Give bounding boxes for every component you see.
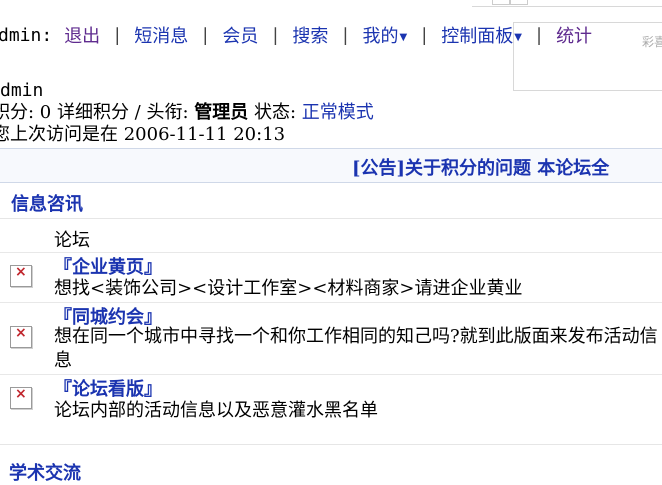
- forum-name-link[interactable]: 『论坛看版』: [54, 375, 162, 401]
- forum-name-link[interactable]: 『企业黄页』: [54, 253, 162, 279]
- nav-separator: |: [202, 24, 209, 46]
- category-title[interactable]: 学术交流: [9, 459, 81, 485]
- nav-separator: |: [342, 24, 349, 46]
- forum-status-icon: [10, 264, 32, 287]
- info-credits: 积分: 0 详细积分 / 头衔:: [0, 102, 195, 123]
- status-mode-link[interactable]: 正常模式: [302, 102, 374, 123]
- nav-search[interactable]: 搜索: [292, 22, 328, 48]
- nav-separator: |: [114, 24, 121, 46]
- nav-my-label: 我的: [362, 26, 399, 47]
- column-header-forum: 论坛: [54, 230, 90, 251]
- nav-logout[interactable]: 退出: [64, 22, 100, 48]
- forum-status-icon: [10, 325, 32, 348]
- user-info: dmin 积分: 0 详细积分 / 头衔: 管理员 状态: 正常模式 您上次访问…: [0, 80, 374, 146]
- nav-members[interactable]: 会员: [222, 22, 258, 48]
- header-corner-box: [510, 0, 528, 5]
- nav-separator: |: [421, 24, 428, 46]
- chevron-down-icon: ▼: [399, 31, 408, 43]
- forum-description: 论坛内部的活动信息以及恶意灌水黑名单: [54, 400, 378, 421]
- info-line-credits: 积分: 0 详细积分 / 头衔: 管理员 状态: 正常模式: [0, 102, 374, 124]
- info-title-value: 管理员: [194, 102, 249, 123]
- forum-row: 『论坛看版』 论坛内部的活动信息以及恶意灌水黑名单: [0, 374, 662, 427]
- announcement-bar: [公告]关于积分的问题 本论坛全: [0, 148, 662, 183]
- forum-row: 『同城约会』 想在同一个城市中寻找一个和你工作相同的知己吗?就到此版面来发布活动…: [0, 302, 662, 375]
- announcement-link[interactable]: [公告]关于积分的问题 本论坛全: [352, 154, 609, 180]
- top-navigation: dmin: 退出 | 短消息 | 会员 | 搜索 | 我的▼ | 控制面板▼ |…: [0, 21, 662, 49]
- forum-row: 『企业黄页』 想找<装饰公司><设计工作室><材料商家>请进企业黄业: [0, 252, 662, 303]
- nav-separator: |: [272, 24, 279, 46]
- nav-statistics[interactable]: 统计: [556, 22, 592, 48]
- chevron-down-icon: ▼: [514, 31, 522, 43]
- header-corner-box: [492, 0, 510, 5]
- nav-separator: |: [535, 24, 543, 46]
- category-title[interactable]: 信息咨讯: [11, 190, 83, 216]
- user-label: dmin:: [0, 24, 53, 46]
- nav-control-panel-label: 控制面板: [441, 26, 514, 47]
- info-last-visit: 您上次访问是在 2006-11-11 20:13: [0, 124, 286, 145]
- forum-status-icon: [10, 386, 32, 409]
- category-header: 信息咨讯: [0, 184, 662, 219]
- nav-my-menu[interactable]: 我的▼: [363, 22, 408, 48]
- forum-description: 想找<装饰公司><设计工作室><材料商家>请进企业黄业: [54, 278, 523, 299]
- nav-messages[interactable]: 短消息: [134, 22, 188, 48]
- header-corner-strip: [472, 0, 662, 7]
- info-username: dmin: [0, 80, 44, 101]
- info-status-label: 状态:: [248, 102, 302, 123]
- nav-control-panel[interactable]: 控制面板▼: [441, 22, 522, 48]
- forum-description: 想在同一个城市中寻找一个和你工作相同的知己吗?就到此版面来发布活动信息: [54, 326, 658, 371]
- category-header: 学术交流: [0, 444, 662, 484]
